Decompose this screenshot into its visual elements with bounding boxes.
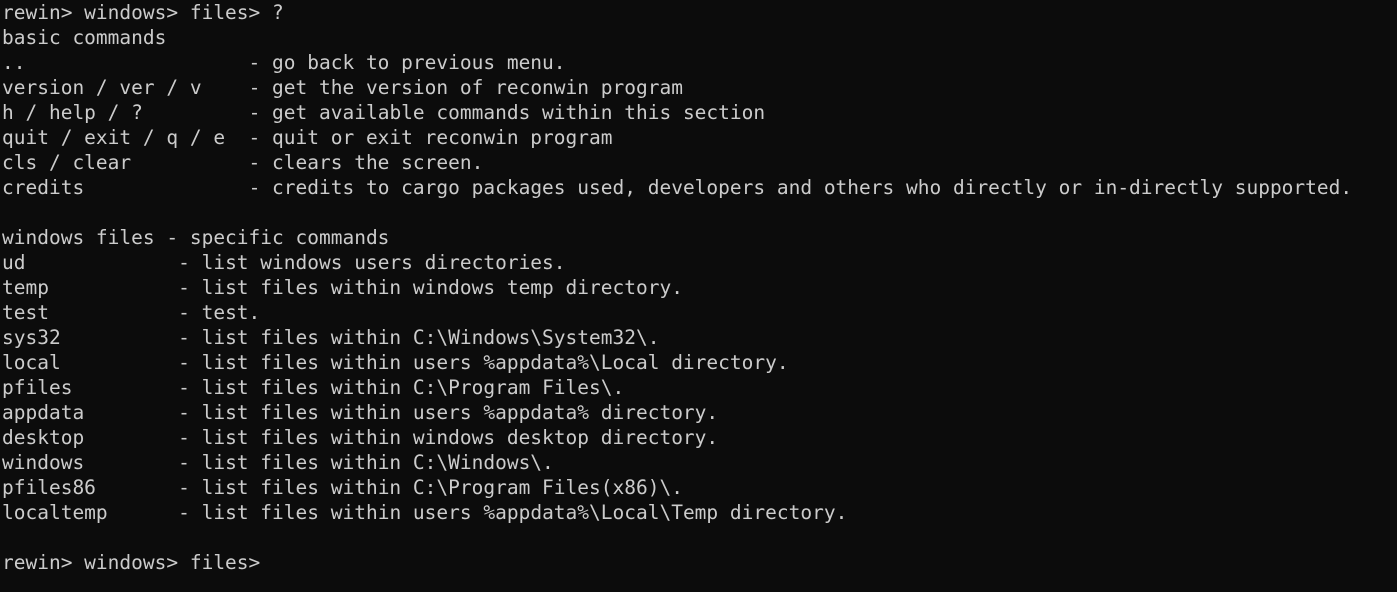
specific-command-row: appdata - list files within users %appda…: [2, 400, 1397, 425]
column-padding: [61, 326, 178, 349]
specific-command-row: pfiles - list files within C:\Program Fi…: [2, 375, 1397, 400]
column-padding: [143, 101, 249, 124]
command-name: desktop: [2, 426, 85, 449]
command-name: credits: [2, 176, 85, 199]
specific-command-row: desktop - list files within windows desk…: [2, 425, 1397, 450]
column-padding: [72, 376, 178, 399]
column-padding: [225, 126, 248, 149]
column-padding: [25, 251, 178, 274]
command-description: - list files within C:\Windows\System32\…: [178, 326, 660, 349]
command-name: pfiles: [2, 376, 73, 399]
command-name: windows: [2, 451, 85, 474]
command-description: - list windows users directories.: [178, 251, 566, 274]
basic-command-row: version / ver / v - get the version of r…: [2, 75, 1397, 100]
prompt: rewin> windows> files>: [2, 551, 273, 574]
command-description: - list files within users %appdata%\Loca…: [178, 501, 848, 524]
specific-command-row: pfiles86 - list files within C:\Program …: [2, 475, 1397, 500]
column-padding: [61, 351, 178, 374]
command-name: cls / clear: [2, 151, 132, 174]
command-description: - list files within users %appdata% dire…: [178, 401, 719, 424]
command-description: - list files within C:\Program Files(x86…: [178, 476, 683, 499]
terminal-window[interactable]: rewin> windows> files> ? basic commands …: [0, 0, 1397, 592]
command-name: local: [2, 351, 61, 374]
command-name: pfiles86: [2, 476, 96, 499]
specific-commands-list: ud - list windows users directories. temp…: [2, 250, 1397, 525]
basic-command-row: h / help / ? - get available commands wi…: [2, 100, 1397, 125]
command-line-1: rewin> windows> files> ?: [2, 0, 1397, 25]
column-padding: [84, 451, 178, 474]
command-name: quit / exit / q / e: [2, 126, 226, 149]
column-padding: [49, 276, 178, 299]
command-description: - get the version of reconwin program: [248, 76, 683, 99]
column-padding: [108, 501, 178, 524]
command-description: - test.: [178, 301, 261, 324]
command-description: - list files within C:\Windows\.: [178, 451, 554, 474]
command-description: - list files within users %appdata%\Loca…: [178, 351, 789, 374]
specific-command-row: windows - list files within C:\Windows\.: [2, 450, 1397, 475]
basic-commands-list: .. - go back to previous menu. version / …: [2, 50, 1397, 200]
specific-command-row: ud - list windows users directories.: [2, 250, 1397, 275]
command-description: - credits to cargo packages used, develo…: [248, 176, 1353, 199]
column-padding: [84, 426, 178, 449]
command-name: sys32: [2, 326, 61, 349]
column-padding: [202, 76, 249, 99]
command-description: - quit or exit reconwin program: [248, 126, 613, 149]
basic-command-row: credits - credits to cargo packages used…: [2, 175, 1397, 200]
command-name: h / help / ?: [2, 101, 143, 124]
specific-command-row: local - list files within users %appdata…: [2, 350, 1397, 375]
column-padding: [96, 476, 178, 499]
command-name: ud: [2, 251, 26, 274]
command-name: temp: [2, 276, 49, 299]
basic-command-row: cls / clear - clears the screen.: [2, 150, 1397, 175]
column-padding: [49, 301, 178, 324]
command-name: version / ver / v: [2, 76, 202, 99]
specific-command-row: sys32 - list files within C:\Windows\Sys…: [2, 325, 1397, 350]
specific-commands-header: windows files - specific commands: [2, 226, 390, 249]
command-name: test: [2, 301, 49, 324]
command-description: - clears the screen.: [248, 151, 484, 174]
basic-command-row: .. - go back to previous menu.: [2, 50, 1397, 75]
basic-command-row: quit / exit / q / e - quit or exit recon…: [2, 125, 1397, 150]
command-description: - list files within C:\Program Files\.: [178, 376, 625, 399]
command-description: - get available commands within this sec…: [248, 101, 766, 124]
command-line-2[interactable]: rewin> windows> files>: [2, 550, 1397, 575]
prompt: rewin> windows> files>: [2, 1, 273, 24]
command-description: - list files within windows desktop dire…: [178, 426, 719, 449]
command-name: ..: [2, 51, 26, 74]
basic-commands-header: basic commands: [2, 26, 167, 49]
specific-command-row: test - test.: [2, 300, 1397, 325]
command-description: - list files within windows temp directo…: [178, 276, 683, 299]
specific-command-row: localtemp - list files within users %app…: [2, 500, 1397, 525]
command-input[interactable]: [272, 566, 286, 569]
command-name: appdata: [2, 401, 85, 424]
column-padding: [131, 151, 248, 174]
specific-command-row: temp - list files within windows temp di…: [2, 275, 1397, 300]
column-padding: [84, 176, 248, 199]
column-padding: [84, 401, 178, 424]
entered-command: ?: [272, 1, 284, 24]
column-padding: [25, 51, 248, 74]
command-description: - go back to previous menu.: [248, 51, 566, 74]
command-name: localtemp: [2, 501, 108, 524]
